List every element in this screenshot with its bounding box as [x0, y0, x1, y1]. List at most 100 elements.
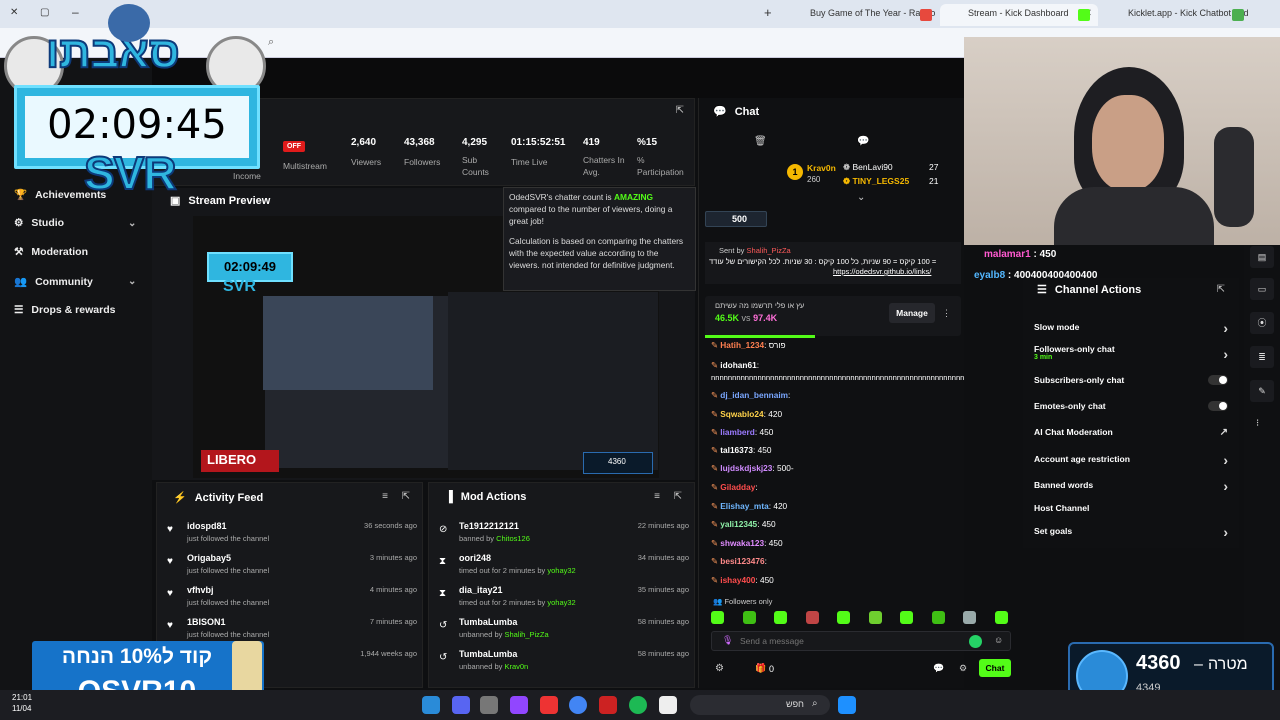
chat-message[interactable]: ✎ Elishay_mta: 420 [711, 501, 787, 511]
channel-action-6[interactable]: Banned words › [1034, 478, 1228, 494]
rail-stack-button[interactable]: ≣ [1250, 346, 1274, 368]
chat-message[interactable]: ✎ tal16373: 450 [711, 445, 772, 455]
chat-username[interactable]: dj_idan_bennaim [720, 390, 788, 400]
channel-action-5[interactable]: Account age restriction › [1034, 452, 1228, 468]
rail-broadcast-button[interactable]: ⦿ [1250, 312, 1274, 334]
channel-action-0[interactable]: Slow mode › [1034, 320, 1228, 336]
discord-icon[interactable] [452, 696, 470, 714]
manage-button[interactable]: Manage [889, 303, 935, 323]
rail-chat-button[interactable]: ▭ [1250, 278, 1274, 300]
filter-icon[interactable]: ≡ [382, 491, 388, 502]
gift-icon[interactable]: 🎁 [755, 663, 766, 674]
obs-icon[interactable] [599, 696, 617, 714]
stat-chatters-avg[interactable]: 419 Chatters In Avg. [583, 137, 627, 178]
send-chat-button[interactable]: Chat [979, 659, 1011, 677]
chat-username[interactable]: Giladday [720, 482, 755, 492]
chat-message[interactable]: ✎ dj_idan_bennaim: [711, 390, 790, 400]
channel-action-4[interactable]: AI Chat Moderation ↗ [1034, 427, 1228, 438]
chat-message[interactable]: ✎ Sqwablo24: 420 [711, 409, 782, 419]
emote-icon[interactable] [711, 611, 724, 624]
leader-row[interactable]: ❁ TINY_LEGS25 [843, 176, 909, 187]
emote-icon[interactable] [774, 611, 787, 624]
channel-action-2[interactable]: Subscribers-only chat [1034, 375, 1228, 385]
emote-icon[interactable] [743, 611, 756, 624]
whatsapp-icon[interactable] [969, 635, 982, 648]
tab-buy-game[interactable]: ✕ Buy Game of The Year - Rando [782, 4, 938, 26]
sidebar-item-community[interactable]: 👥 Community ⌄ [14, 275, 144, 289]
leader-row[interactable]: ❁ BenLavi90 [843, 162, 893, 173]
channel-action-1[interactable]: Followers-only chat 3 min › [1034, 344, 1228, 362]
popout-icon[interactable]: ⇱ [674, 491, 682, 502]
trash-icon[interactable]: 🗑 [754, 136, 767, 147]
taskbar-app-icon[interactable] [422, 696, 440, 714]
emote-icon[interactable] [806, 611, 819, 624]
chat-username[interactable]: liamberd [720, 427, 755, 437]
toggle-switch[interactable] [1208, 401, 1228, 411]
chat-message[interactable]: ✎ besi123476: [711, 556, 767, 566]
rail-share-icon[interactable]: ⁝ [1256, 418, 1259, 429]
channel-action-3[interactable]: Emotes-only chat [1034, 401, 1228, 411]
windows-start-icon[interactable] [838, 696, 856, 714]
emoji-icon[interactable]: ☺ [994, 635, 1003, 645]
gear-icon[interactable]: ⚙ [959, 663, 967, 674]
more-icon[interactable]: ⋮ [942, 308, 951, 319]
chat-bubble-icon[interactable]: 💬 [857, 136, 869, 147]
pinned-link[interactable]: https://odedsvr.github.io/links/ [833, 267, 961, 276]
chat-message[interactable]: ✎ Giladday: [711, 482, 758, 492]
chat-message[interactable]: ✎ idohan61: [711, 360, 759, 370]
leader-name[interactable]: Krav0n [807, 163, 836, 173]
chat-username[interactable]: yali12345 [720, 519, 757, 529]
popout-icon[interactable]: ⇱ [402, 491, 410, 502]
new-tab-icon[interactable]: + [764, 5, 772, 20]
emote-icon[interactable] [995, 611, 1008, 624]
chat-username[interactable]: Sqwablo24 [720, 409, 763, 419]
pinned-sender[interactable]: Shalih_PizZa [747, 246, 791, 255]
tab-kick-dashboard[interactable]: ✕ Stream - Kick Dashboard [940, 4, 1098, 26]
sidebar-item-studio[interactable]: ⚙ Studio ⌄ [14, 217, 144, 229]
chat-message[interactable]: ✎ liamberd: 450 [711, 427, 773, 437]
mod-by[interactable]: Shalih_PizZa [504, 630, 548, 639]
chat-message-input[interactable] [740, 634, 950, 648]
emote-icon[interactable] [932, 611, 945, 624]
spotify-icon[interactable] [629, 696, 647, 714]
sidebar-item-moderation[interactable]: ⚒ Moderation [14, 246, 88, 258]
chat-bubble-icon[interactable]: 💬 [933, 663, 944, 674]
chat-username[interactable]: shwaka123 [720, 538, 764, 548]
toggle-switch[interactable] [1208, 375, 1228, 385]
file-icon[interactable] [659, 696, 677, 714]
rail-tools-button[interactable]: ✎ [1250, 380, 1274, 402]
popout-icon[interactable]: ⇱ [676, 105, 684, 116]
mic-icon[interactable]: 🎙 [722, 635, 733, 646]
chevron-down-icon[interactable]: ⌄ [857, 192, 865, 203]
chat-message[interactable]: ✎ ishay400: 450 [711, 575, 774, 585]
chat-message[interactable]: ✎ lujdskdjskj23: 500- [711, 463, 794, 473]
settings-icon[interactable]: ⚙ [715, 663, 724, 674]
chat-message[interactable]: ✎ Hatih_1234: פורס [711, 340, 786, 350]
chat-message[interactable]: ✎ shwaka123: 450 [711, 538, 783, 548]
emote-icon[interactable] [963, 611, 976, 624]
twitch-icon[interactable] [510, 696, 528, 714]
mod-by[interactable]: yohay32 [547, 566, 575, 575]
chat-username[interactable]: lujdskdjskj23 [720, 463, 772, 473]
chat-message[interactable]: nnnnnnnnnnnnnnnnnnnnnnnnnnnnnnnnnnnnnnnn… [711, 372, 964, 382]
popout-icon[interactable]: ⇱ [1217, 284, 1225, 295]
chat-username[interactable]: tal16373 [720, 445, 753, 455]
chat-username[interactable]: ishay400 [720, 575, 755, 585]
tab-kicklet[interactable]: ✕ Kicklet.app - Kick Chatbot and [1100, 4, 1250, 26]
channel-action-8[interactable]: Set goals › [1034, 524, 1228, 540]
taskbar-app-icon[interactable] [480, 696, 498, 714]
mod-by[interactable]: Krav0n [504, 662, 528, 671]
emote-icon[interactable] [869, 611, 882, 624]
emote-icon[interactable] [900, 611, 913, 624]
chat-message[interactable]: ✎ yali12345: 450 [711, 519, 776, 529]
filter-icon[interactable]: ≡ [654, 491, 660, 502]
chrome-icon[interactable] [569, 696, 587, 714]
chat-username[interactable]: Hatih_1234 [720, 340, 764, 350]
chat-username[interactable]: Elishay_mta [720, 501, 768, 511]
rail-notes-button[interactable]: ▤ [1250, 246, 1274, 268]
taskbar-app-icon[interactable] [540, 696, 558, 714]
chat-username[interactable]: besi123476 [720, 556, 764, 566]
mod-by[interactable]: yohay32 [547, 598, 575, 607]
emote-icon[interactable] [837, 611, 850, 624]
channel-action-7[interactable]: Host Channel [1034, 503, 1228, 513]
